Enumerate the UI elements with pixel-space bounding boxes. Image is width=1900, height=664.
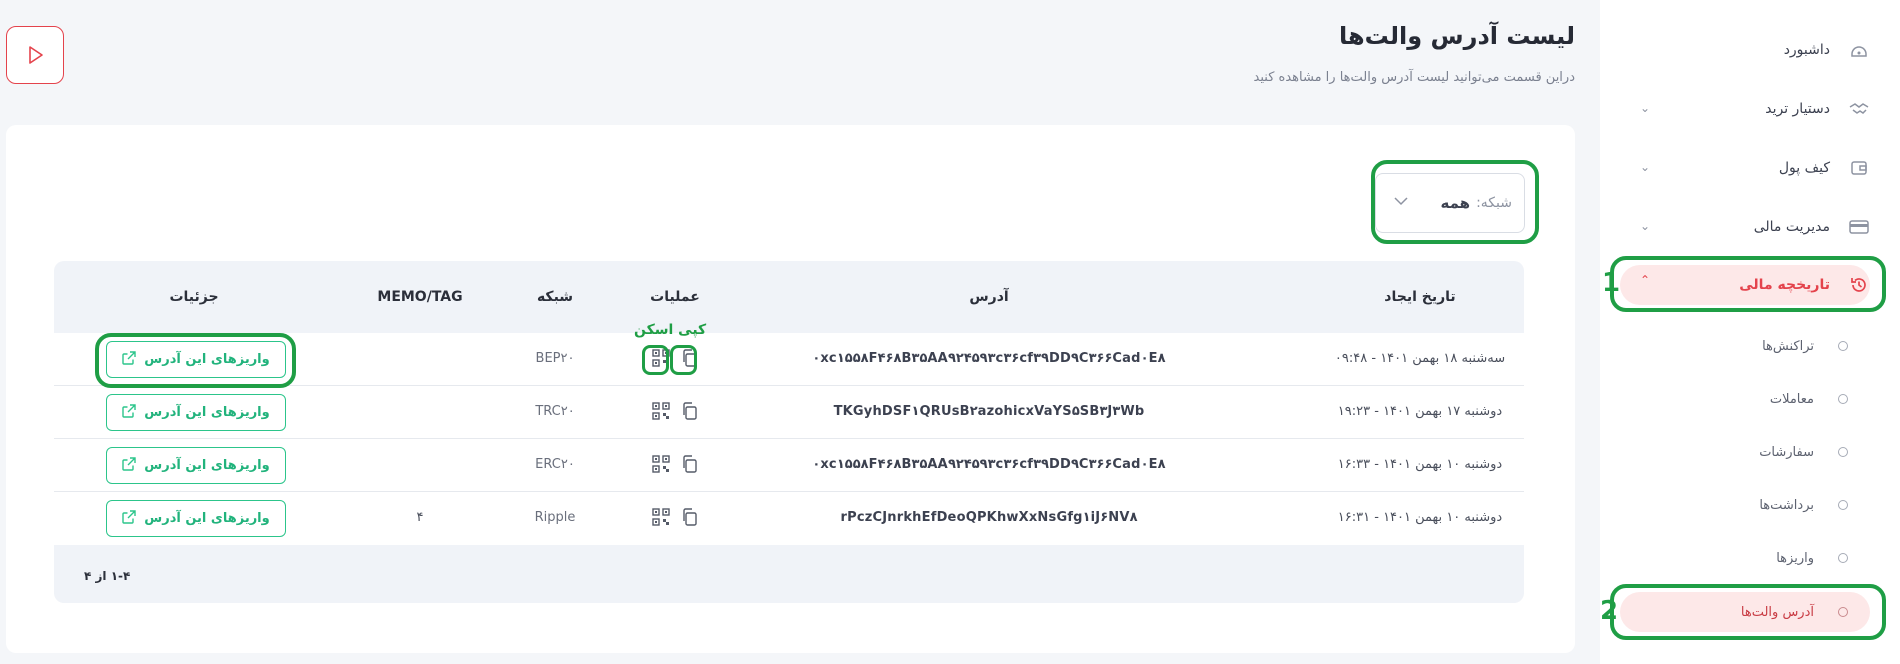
- qr-code-icon[interactable]: [650, 400, 672, 422]
- circle-icon: [1838, 553, 1848, 563]
- network-value: TRC۲۰: [535, 404, 575, 419]
- step-number: 2: [1600, 596, 1619, 626]
- sidebar-subitem-withdrawals[interactable]: برداشت‌ها: [1620, 485, 1870, 525]
- operations: [650, 400, 700, 422]
- sidebar-subitem-label: برداشت‌ها: [1759, 497, 1814, 513]
- chevron-down-icon: ⌄: [1640, 101, 1651, 115]
- operations: [650, 506, 700, 528]
- sidebar-item-trade-assistant[interactable]: دستیار ترید ⌄: [1620, 89, 1870, 129]
- operations-annotation: کپی اسکن: [634, 322, 707, 338]
- highlight-box: [1371, 160, 1539, 244]
- copy-icon[interactable]: [678, 453, 700, 475]
- table-row: دوشنبه ۱۰ بهمن ۱۴۰۱ - ۱۶:۳۳ ۰xc۱۵۵۸F۴۶۸B…: [54, 439, 1524, 492]
- column-header-details: جزئیات: [169, 289, 219, 305]
- wallet-icon: [1848, 157, 1870, 179]
- address-deposits-button[interactable]: واریزهای این آدرس: [106, 394, 286, 431]
- column-header-operations: عملیات: [650, 289, 700, 305]
- qr-code-icon[interactable]: [650, 506, 672, 528]
- external-link-icon: [122, 456, 136, 475]
- sidebar-subitem-trades[interactable]: معاملات: [1620, 379, 1870, 419]
- deposits-button-label: واریزهای این آدرس: [144, 511, 270, 526]
- network-value: Ripple: [534, 510, 576, 525]
- dashboard-icon: [1848, 39, 1870, 61]
- table-header: تاریخ ایجاد آدرس عملیات شبکه MEMO/TAG جز…: [54, 261, 1524, 333]
- external-link-icon: [122, 509, 136, 528]
- step-number: 1: [1602, 268, 1621, 298]
- created-date: سه‌شنبه ۱۸ بهمن ۱۴۰۱ - ۰۹:۴۸: [1334, 351, 1506, 366]
- sidebar-item-label: مدیریت مالی: [1753, 219, 1830, 235]
- qr-code-icon[interactable]: [650, 453, 672, 475]
- created-date: دوشنبه ۱۰ بهمن ۱۴۰۱ - ۱۶:۳۱: [1337, 510, 1503, 525]
- memo-value: ۴: [416, 510, 424, 525]
- play-tutorial-button[interactable]: [6, 26, 64, 84]
- chevron-down-icon: ⌄: [1640, 160, 1651, 174]
- sidebar-subitem-label: تراکنش‌ها: [1762, 338, 1814, 354]
- wallet-address: TKGyhDSF۱QRUsB۲azohicxVaYS۵SB۳J۳Wb: [833, 404, 1145, 419]
- highlight-box: [642, 345, 669, 375]
- sidebar-item-label: داشبورد: [1783, 42, 1830, 58]
- card-icon: [1848, 216, 1870, 238]
- circle-icon: [1838, 500, 1848, 510]
- sidebar: داشبورد دستیار ترید ⌄ کیف پول ⌄ مدیریت م…: [1600, 0, 1900, 664]
- wallet-address: ۰xc۱۵۵۸F۴۶۸B۳۵AA۹۲۴۵۹۳c۳۶cf۳۹DD۹C۳۶۶Cad۰…: [812, 457, 1166, 472]
- handshake-icon: [1848, 98, 1870, 120]
- address-deposits-button[interactable]: واریزهای این آدرس: [106, 500, 286, 537]
- sidebar-subitem-deposits[interactable]: واریزها: [1620, 538, 1870, 578]
- circle-icon: [1838, 394, 1848, 404]
- page-title: لیست آدرس والت‌ها: [1338, 22, 1575, 50]
- play-icon: [29, 46, 43, 64]
- operations: [650, 453, 700, 475]
- sidebar-item-label: دستیار ترید: [1765, 101, 1830, 117]
- chevron-down-icon: ⌄: [1640, 219, 1651, 233]
- column-header-memo: MEMO/TAG: [377, 289, 463, 305]
- sidebar-subitem-label: معاملات: [1769, 391, 1814, 407]
- highlight-box: [1610, 256, 1886, 312]
- table-row: دوشنبه ۱۰ بهمن ۱۴۰۱ - ۱۶:۳۱ rPczCJnrkhEf…: [54, 492, 1524, 545]
- highlight-box: [95, 333, 296, 388]
- circle-icon: [1838, 341, 1848, 351]
- address-deposits-button[interactable]: واریزهای این آدرس: [106, 447, 286, 484]
- pagination-info: ۱-۴ از ۴: [84, 569, 131, 583]
- highlight-box: [670, 345, 697, 375]
- sidebar-subitem-transactions[interactable]: تراکنش‌ها: [1620, 326, 1870, 366]
- sidebar-item-wallet[interactable]: کیف پول ⌄: [1620, 148, 1870, 188]
- wallet-address-card: شبکه: همه تاریخ ایجاد آدرس عملیات شبکه M…: [6, 125, 1575, 653]
- sidebar-subitem-label: واریزها: [1776, 550, 1814, 566]
- created-date: دوشنبه ۱۷ بهمن ۱۴۰۱ - ۱۹:۲۳: [1337, 404, 1503, 419]
- sidebar-subitem-label: سفارشات: [1759, 444, 1814, 460]
- sidebar-item-dashboard[interactable]: داشبورد: [1620, 30, 1870, 70]
- copy-icon[interactable]: [678, 400, 700, 422]
- network-value: BEP۲۰: [535, 351, 575, 366]
- circle-icon: [1838, 447, 1848, 457]
- column-header-network: شبکه: [536, 289, 574, 305]
- external-link-icon: [122, 403, 136, 422]
- wallet-address: ۰xc۱۵۵۸F۴۶۸B۳۵AA۹۲۴۵۹۳c۳۶cf۳۹DD۹C۳۶۶Cad۰…: [812, 351, 1166, 366]
- deposits-button-label: واریزهای این آدرس: [144, 458, 270, 473]
- sidebar-subitem-orders[interactable]: سفارشات: [1620, 432, 1870, 472]
- page-subtitle: دراین قسمت می‌توانید لیست آدرس والت‌ها ر…: [1253, 70, 1575, 85]
- table-row: دوشنبه ۱۷ بهمن ۱۴۰۱ - ۱۹:۲۳ TKGyhDSF۱QRU…: [54, 386, 1524, 439]
- sidebar-item-financial-management[interactable]: مدیریت مالی ⌄: [1620, 207, 1870, 247]
- wallet-address: rPczCJnrkhEfDeoQPKhwXxNsGfg۱iJ۶NV۸: [840, 510, 1138, 525]
- sidebar-item-label: کیف پول: [1778, 160, 1830, 176]
- highlight-box: [1610, 584, 1886, 640]
- network-value: ERC۲۰: [535, 457, 575, 472]
- column-header-address: آدرس: [969, 289, 1009, 305]
- copy-icon[interactable]: [678, 506, 700, 528]
- wallet-address-table: تاریخ ایجاد آدرس عملیات شبکه MEMO/TAG جز…: [54, 261, 1524, 603]
- deposits-button-label: واریزهای این آدرس: [144, 405, 270, 420]
- column-header-created: تاریخ ایجاد: [1384, 289, 1456, 305]
- created-date: دوشنبه ۱۰ بهمن ۱۴۰۱ - ۱۶:۳۳: [1337, 457, 1503, 472]
